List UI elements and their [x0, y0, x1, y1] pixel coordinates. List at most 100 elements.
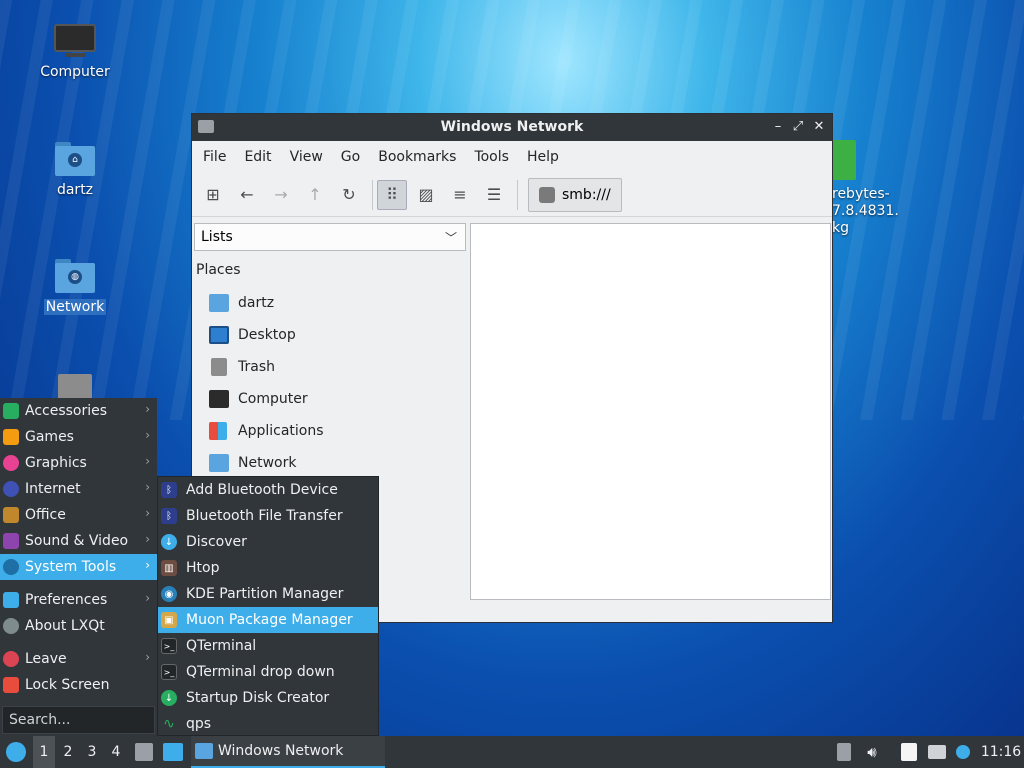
menu-go[interactable]: Go: [332, 149, 369, 165]
place-label: Computer: [238, 391, 308, 407]
submenu-item-discover[interactable]: ↓ Discover: [158, 529, 378, 555]
file-manager-launcher[interactable]: [133, 736, 155, 768]
tray-network[interactable]: [926, 736, 948, 768]
sound-video-icon: [3, 533, 19, 549]
menu-item-graphics[interactable]: Graphics ›: [0, 450, 157, 476]
compact-view-icon[interactable]: ≡: [445, 180, 475, 210]
network-drive-icon: [539, 186, 555, 203]
menu-item-about-lxqt[interactable]: About LXQt: [0, 613, 157, 639]
taskbar-task-windows-network[interactable]: Windows Network: [191, 736, 385, 768]
submenu-item-qterminal-drop-down[interactable]: >_ QTerminal drop down: [158, 659, 378, 685]
volume-icon[interactable]: 🔊︎: [860, 736, 884, 768]
menu-edit[interactable]: Edit: [235, 149, 280, 165]
place-label: Trash: [238, 359, 275, 375]
menu-item-office[interactable]: Office ›: [0, 502, 157, 528]
workspace-4[interactable]: 4: [105, 736, 127, 768]
start-menu-button[interactable]: [3, 736, 29, 768]
removable-drive-icon: [837, 743, 851, 761]
menu-item-lock-screen[interactable]: Lock Screen: [0, 672, 157, 698]
place-computer[interactable]: Computer: [192, 383, 468, 415]
menu-item-label: Leave: [25, 651, 67, 667]
file-view[interactable]: [470, 223, 831, 600]
bluetooth-icon: ᛒ: [161, 482, 177, 498]
show-desktop-button[interactable]: [161, 736, 185, 768]
search-input[interactable]: Search...: [2, 706, 155, 734]
desktop-icon-computer[interactable]: Computer: [30, 24, 120, 80]
menu-item-label: Preferences: [25, 592, 108, 608]
submenu-item-qterminal[interactable]: >_ QTerminal: [158, 633, 378, 659]
terminal-icon: >_: [161, 664, 177, 680]
place-trash[interactable]: Trash: [192, 351, 468, 383]
submenu-item-kde-partition-manager[interactable]: ◉ KDE Partition Manager: [158, 581, 378, 607]
side-panel-mode-value: Lists: [201, 229, 233, 245]
submenu-item-qps[interactable]: ∿ qps: [158, 711, 378, 737]
menu-item-sound-video[interactable]: Sound & Video ›: [0, 528, 157, 554]
reload-icon[interactable]: ↻: [334, 180, 364, 210]
menu-item-system-tools[interactable]: System Tools ›: [0, 554, 157, 580]
menu-item-label: Sound & Video: [25, 533, 129, 549]
update-notifier-icon: [956, 745, 970, 759]
forward-arrow-icon[interactable]: →: [266, 180, 296, 210]
computer-icon: [54, 24, 96, 58]
chevron-right-icon: ›: [145, 591, 150, 605]
workspace-1[interactable]: 1: [33, 736, 55, 768]
submenu-item-label: KDE Partition Manager: [186, 586, 344, 602]
workspace-2[interactable]: 2: [57, 736, 79, 768]
chevron-right-icon: ›: [145, 506, 150, 520]
side-panel-mode-select[interactable]: Lists ﹀: [194, 223, 466, 251]
submenu-item-muon-package-manager[interactable]: ▣ Muon Package Manager: [158, 607, 378, 633]
place-dartz[interactable]: dartz: [192, 287, 468, 319]
desktop-icon: [209, 326, 229, 344]
submenu-item-label: Muon Package Manager: [186, 612, 353, 628]
place-desktop[interactable]: Desktop: [192, 319, 468, 351]
menu-item-accessories[interactable]: Accessories ›: [0, 398, 157, 424]
submenu-item-label: Startup Disk Creator: [186, 690, 330, 706]
close-button[interactable]: ✕: [810, 118, 828, 136]
preferences-icon: [3, 592, 19, 608]
thumbnail-view-icon[interactable]: ▨: [411, 180, 441, 210]
submenu-item-startup-disk-creator[interactable]: ↓ Startup Disk Creator: [158, 685, 378, 711]
menu-bookmarks[interactable]: Bookmarks: [369, 149, 465, 165]
label-line: 7.8.4831.: [832, 203, 899, 219]
home-folder-icon: [209, 294, 229, 312]
tray-updates[interactable]: [952, 736, 974, 768]
taskbar: 1 2 3 4 Windows Network 🔊︎ 11:16: [0, 736, 1024, 768]
clock[interactable]: 11:16: [978, 736, 1024, 768]
menu-item-preferences[interactable]: Preferences ›: [0, 587, 157, 613]
minimize-button[interactable]: –: [769, 118, 787, 136]
submenu-item-label: Htop: [186, 560, 220, 576]
maximize-button[interactable]: ⤢: [789, 118, 807, 136]
menu-item-leave[interactable]: Leave ›: [0, 646, 157, 672]
desktop-file-label: rebytes- 7.8.4831. kg: [832, 186, 899, 237]
menu-view[interactable]: View: [281, 149, 332, 165]
desktop-icon-dartz[interactable]: ⌂ dartz: [30, 142, 120, 198]
place-network[interactable]: Network: [192, 447, 468, 479]
computer-icon: [209, 390, 229, 408]
menu-item-internet[interactable]: Internet ›: [0, 476, 157, 502]
icon-view-icon[interactable]: ⠿: [377, 179, 407, 210]
tray-storage[interactable]: [834, 736, 854, 768]
window-title: Windows Network: [440, 119, 584, 135]
chevron-right-icon: ›: [145, 454, 150, 468]
workspace-3[interactable]: 3: [81, 736, 103, 768]
desktop-icon-network[interactable]: ◍ Network: [30, 259, 120, 315]
menu-tools[interactable]: Tools: [465, 149, 518, 165]
up-arrow-icon[interactable]: ↑: [300, 180, 330, 210]
toolbar-separator: [372, 179, 373, 210]
back-arrow-icon[interactable]: ←: [232, 180, 262, 210]
new-tab-icon[interactable]: ⊞: [198, 180, 228, 210]
menu-item-games[interactable]: Games ›: [0, 424, 157, 450]
submenu-item-htop[interactable]: ▥ Htop: [158, 555, 378, 581]
menu-help[interactable]: Help: [518, 149, 568, 165]
chevron-right-icon: ›: [145, 480, 150, 494]
package-file-icon[interactable]: [832, 140, 856, 180]
menu-file[interactable]: File: [194, 149, 235, 165]
submenu-item-bluetooth-file-transfer[interactable]: ᛒ Bluetooth File Transfer: [158, 503, 378, 529]
tray-clipboard[interactable]: [898, 736, 920, 768]
place-applications[interactable]: Applications: [192, 415, 468, 447]
submenu-item-add-bluetooth-device[interactable]: ᛒ Add Bluetooth Device: [158, 477, 378, 503]
detailed-list-view-icon[interactable]: ☰: [479, 180, 509, 210]
window-titlebar[interactable]: Windows Network – ⤢ ✕: [192, 114, 832, 141]
path-button[interactable]: smb:///: [528, 177, 622, 212]
chevron-down-icon: ﹀: [444, 231, 457, 245]
